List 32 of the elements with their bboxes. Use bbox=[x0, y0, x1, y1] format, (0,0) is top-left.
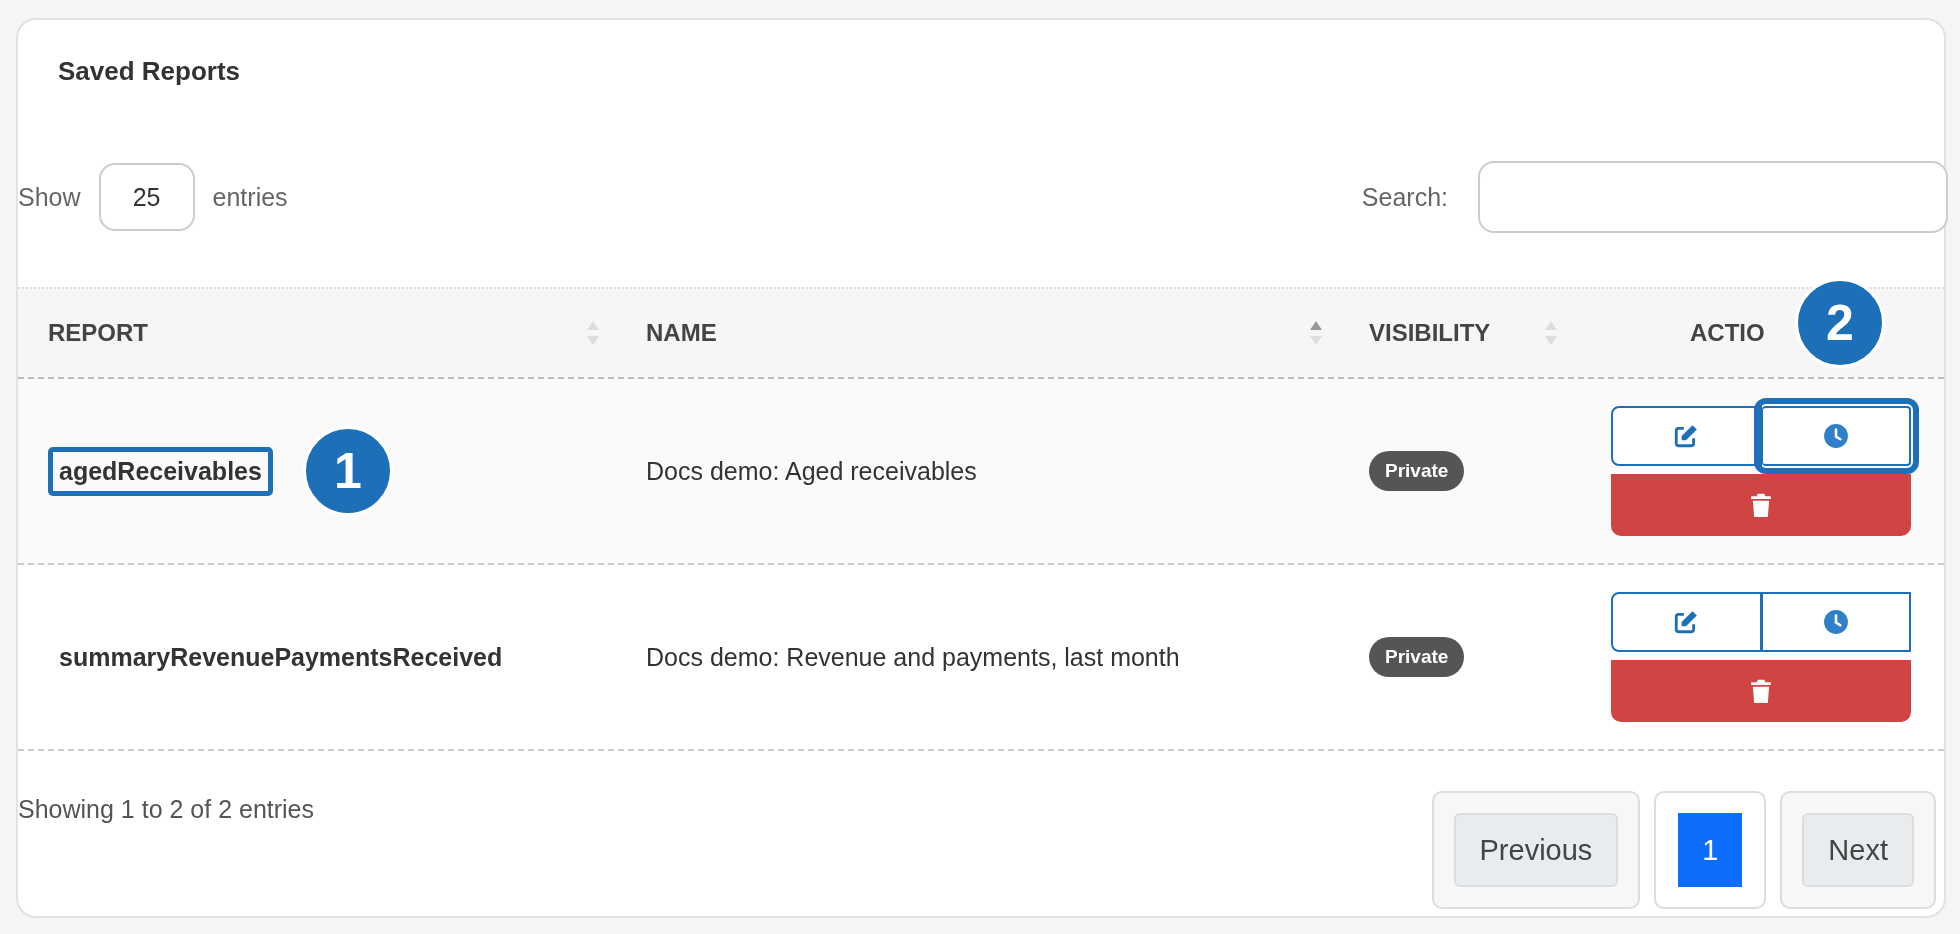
clock-icon bbox=[1822, 609, 1849, 635]
search-field[interactable] bbox=[1478, 161, 1948, 233]
entries-select[interactable]: 25 bbox=[98, 163, 195, 231]
column-header[interactable]: NAME bbox=[646, 319, 717, 347]
callout-badge: 1 bbox=[302, 426, 393, 516]
page-button[interactable]: Previous bbox=[1453, 813, 1619, 887]
trash-icon bbox=[1750, 678, 1772, 704]
report-name: Docs demo: Revenue and payments, last month bbox=[646, 642, 1180, 672]
page-button[interactable]: 1 bbox=[1678, 813, 1743, 887]
trash-icon bbox=[1750, 492, 1772, 518]
entries-label: entries bbox=[212, 182, 288, 212]
report-id: agedReceivables bbox=[48, 446, 273, 496]
edit-icon bbox=[1673, 609, 1700, 635]
edit-button[interactable] bbox=[1611, 406, 1762, 466]
edit-button[interactable] bbox=[1611, 592, 1762, 652]
visibility-badge: Private bbox=[1369, 451, 1465, 491]
column-header[interactable]: ACTIO bbox=[1690, 319, 1765, 347]
column-header[interactable]: REPORT bbox=[48, 319, 148, 347]
show-label: Show bbox=[18, 182, 81, 212]
delete-button[interactable] bbox=[1611, 660, 1911, 722]
search-label: Search: bbox=[1361, 182, 1448, 212]
schedule-button[interactable] bbox=[1761, 592, 1911, 652]
page-button[interactable]: Next bbox=[1802, 813, 1914, 887]
report-name: Docs demo: Aged receivables bbox=[646, 456, 977, 486]
edit-icon bbox=[1673, 423, 1700, 449]
delete-button[interactable] bbox=[1611, 474, 1911, 536]
table-info: Showing 1 to 2 of 2 entries bbox=[18, 795, 315, 824]
report-id: summaryRevenuePaymentsReceived bbox=[58, 641, 504, 673]
visibility-badge: Private bbox=[1369, 637, 1465, 677]
panel-title: Saved Reports bbox=[57, 55, 242, 87]
column-header[interactable]: VISIBILITY bbox=[1369, 319, 1491, 347]
clock-icon bbox=[1822, 423, 1849, 449]
